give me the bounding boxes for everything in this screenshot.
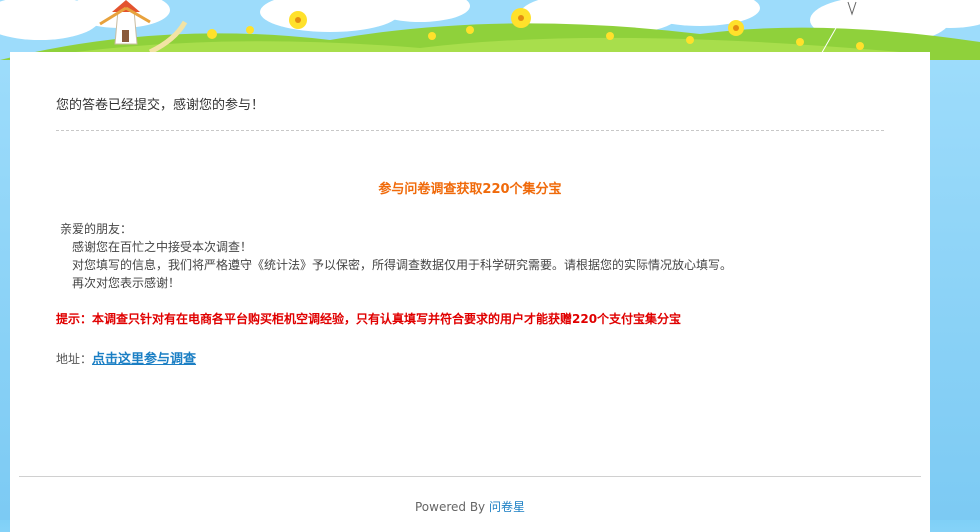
- footer-divider: [19, 476, 921, 477]
- intro-line-1: 感谢您在百忙之中接受本次调查！: [72, 240, 253, 254]
- address-label: 地址：: [56, 352, 93, 366]
- survey-link[interactable]: 点击这里参与调查: [92, 352, 196, 367]
- submit-confirmation-message: 您的答卷已经提交，感谢您的参与！: [56, 98, 265, 113]
- brand-link[interactable]: 问卷星: [489, 500, 525, 514]
- header-banner: [0, 0, 980, 60]
- survey-intro: 亲爱的朋友： 感谢您在百忙之中接受本次调查！ 对您填写的信息，我们将严格遵守《统…: [60, 220, 732, 292]
- intro-line-2: 对您填写的信息，我们将严格遵守《统计法》予以保密，所得调查数据仅用于科学研究需要…: [72, 258, 733, 272]
- meadow-illustration: [0, 0, 980, 60]
- footer: Powered By 问卷星: [10, 498, 930, 515]
- survey-title: 参与问卷调查获取220个集分宝: [378, 182, 562, 197]
- intro-line-3: 再次对您表示感谢！: [72, 276, 181, 290]
- tip-text: 提示：本调查只针对有在电商各平台购买柜机空调经验，只有认真填写并符合要求的用户才…: [56, 312, 682, 326]
- powered-by-text: Powered By: [414, 500, 486, 514]
- greeting-text: 亲爱的朋友：: [60, 222, 133, 236]
- content-card: 您的答卷已经提交，感谢您的参与！ 参与问卷调查获取220个集分宝 亲爱的朋友： …: [10, 52, 930, 532]
- dashed-divider: [56, 130, 884, 131]
- address-row: 地址：点击这里参与调查: [56, 348, 196, 367]
